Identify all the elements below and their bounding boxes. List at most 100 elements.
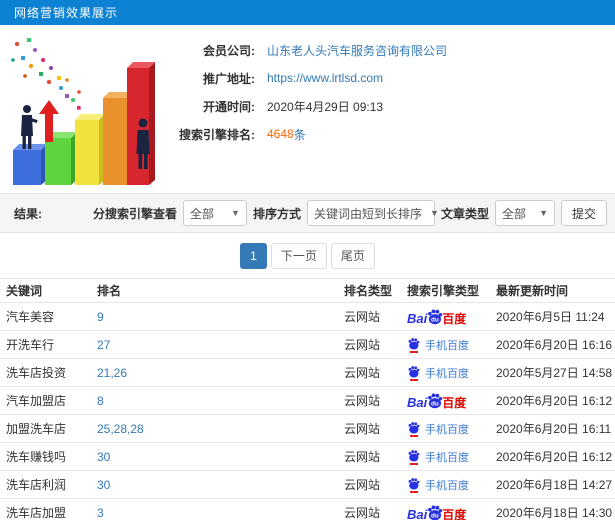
last-page-button[interactable]: 尾页: [330, 242, 375, 269]
open-time-value: 2020年4月29日 09:13: [267, 99, 384, 114]
engine-cell: 手机百度: [403, 330, 492, 359]
updated-cell: 2020年6月20日 16:12: [492, 386, 615, 415]
info-row-rank-count: 搜索引擎排名: 4648 条: [160, 120, 615, 148]
keyword-cell: 开洗车行: [0, 330, 93, 359]
rank-value-link[interactable]: 30: [97, 450, 110, 464]
baidu-paw-icon: du: [428, 392, 443, 408]
engine-filter-label: 分搜索引擎查看: [92, 206, 177, 221]
keyword-cell: 洗车店利润: [0, 470, 93, 499]
engine-cell: Bai du 百度: [403, 386, 492, 415]
rank-count-label: 搜索引擎排名:: [179, 127, 255, 142]
page-number-current[interactable]: 1: [240, 242, 267, 269]
bar-chart-clipart: [0, 25, 160, 193]
mobile-baidu-logo: 手机百度: [407, 449, 469, 465]
sort-value: 关键词由短到长排序: [313, 206, 422, 221]
rank-type-cell: 云网站: [340, 442, 403, 471]
rank-type-cell: 云网站: [340, 498, 403, 520]
rank-type-cell: 云网站: [340, 414, 403, 443]
updated-cell: 2020年6月20日 16:16: [492, 330, 615, 359]
rank-value-link[interactable]: 8: [97, 394, 104, 408]
rank-count-suffix: 条: [293, 127, 306, 142]
col-header-keyword: 关键词: [0, 278, 93, 303]
sort-select[interactable]: 关键词由短到长排序 ▼: [306, 200, 439, 226]
rank-type-cell: 云网站: [340, 470, 403, 499]
chevron-down-icon: ▼: [539, 208, 548, 218]
submit-button[interactable]: 提交: [560, 200, 607, 226]
keyword-cell: 汽车美容: [0, 302, 93, 331]
rank-type-cell: 云网站: [340, 386, 403, 415]
baidu-paw-icon: [408, 365, 420, 377]
table-row: 洗车店利润 30 云网站 手机百度 2020年6月18日 14:27: [0, 470, 615, 499]
rank-value-link[interactable]: 3: [97, 506, 104, 520]
filter-controls: 分搜索引擎查看 全部 ▼ 排序方式 关键词由短到长排序 ▼ 文章类型 全部 ▼ …: [93, 200, 607, 226]
article-type-select[interactable]: 全部 ▼: [494, 200, 555, 226]
pagination: 1 下一页 尾页: [0, 233, 615, 278]
chevron-down-icon: ▼: [231, 208, 240, 218]
company-label: 会员公司:: [203, 43, 255, 58]
engine-cell: Bai du 百度: [403, 498, 492, 520]
table-row: 汽车美容 9 云网站 Bai du 百度 2020年6月5日 11:24: [0, 302, 615, 331]
mobile-baidu-logo: 手机百度: [407, 337, 469, 353]
rank-cell: 21,26: [93, 358, 340, 387]
info-rows: 会员公司: 山东老人头汽车服务咨询有限公司 推广地址: https://www.…: [160, 25, 615, 193]
person-figure-left: [21, 105, 38, 149]
info-row-company: 会员公司: 山东老人头汽车服务咨询有限公司: [160, 36, 615, 64]
svg-text:du: du: [431, 316, 439, 323]
article-type-value: 全部: [501, 206, 526, 221]
results-table-body: 汽车美容 9 云网站 Bai du 百度 2020年6月5日 11:24 开洗车行 27 云网站手…: [0, 302, 615, 520]
updated-cell: 2020年5月27日 14:58: [492, 358, 615, 387]
mobile-baidu-logo: 手机百度: [407, 477, 469, 493]
table-row: 汽车加盟店 8 云网站 Bai du 百度 2020年6月20日 16:12: [0, 386, 615, 415]
col-header-updated: 最新更新时间: [492, 278, 615, 303]
baidu-paw-icon: du: [428, 504, 443, 520]
col-header-engine-type: 搜索引擎类型: [403, 278, 492, 303]
results-table: 关键词 排名 排名类型 搜索引擎类型 最新更新时间 汽车美容 9 云网站 Bai du 百…: [0, 278, 615, 520]
rank-value-link[interactable]: 30: [97, 478, 110, 492]
engine-filter-select[interactable]: 全部 ▼: [182, 200, 247, 226]
company-name-link[interactable]: 山东老人头汽车服务咨询有限公司: [267, 42, 447, 59]
mobile-baidu-logo: 手机百度: [407, 421, 469, 437]
promo-url-link[interactable]: https://www.lrtlsd.com: [267, 71, 383, 85]
keyword-cell: 加盟洗车店: [0, 414, 93, 443]
updated-cell: 2020年6月18日 14:27: [492, 470, 615, 499]
engine-cell: 手机百度: [403, 470, 492, 499]
baidu-paw-icon: [408, 337, 420, 349]
col-header-rank: 排名: [93, 278, 340, 303]
page-title-bar: 网络营销效果展示: [0, 0, 615, 25]
rank-value-link[interactable]: 21,26: [97, 366, 127, 380]
chevron-down-icon: ▼: [429, 208, 439, 218]
updated-cell: 2020年6月18日 14:30: [492, 498, 615, 520]
rank-cell: 9: [93, 302, 340, 331]
table-row: 洗车店加盟 3 云网站 Bai du 百度 2020年6月18日 14:30: [0, 498, 615, 520]
growth-chart-illustration: [11, 38, 155, 185]
rank-value-link[interactable]: 25,28,28: [97, 422, 144, 436]
rank-type-cell: 云网站: [340, 302, 403, 331]
info-row-open-time: 开通时间: 2020年4月29日 09:13: [160, 92, 615, 120]
page-title: 网络营销效果展示: [14, 6, 119, 20]
engine-cell: Bai du 百度: [403, 302, 492, 331]
rank-cell: 3: [93, 498, 340, 520]
rank-type-cell: 云网站: [340, 358, 403, 387]
baidu-logo: Bai du 百度: [407, 308, 466, 325]
updated-cell: 2020年6月20日 16:11: [492, 414, 615, 443]
engine-cell: 手机百度: [403, 414, 492, 443]
rank-count-value: 4648: [267, 127, 294, 141]
next-page-button[interactable]: 下一页: [270, 242, 327, 269]
result-label: 结果:: [14, 206, 42, 221]
rank-cell: 27: [93, 330, 340, 359]
rank-cell: 8: [93, 386, 340, 415]
table-row: 洗车店投资 21,26 云网站 手机百度 2020年5月27日 14:58: [0, 358, 615, 387]
baidu-paw-icon: du: [428, 308, 443, 324]
promo-url-label: 推广地址:: [203, 71, 255, 86]
keyword-cell: 洗车赚钱吗: [0, 442, 93, 471]
col-header-rank-type: 排名类型: [340, 278, 403, 303]
svg-text:du: du: [431, 512, 439, 519]
rank-value-link[interactable]: 27: [97, 338, 110, 352]
keyword-cell: 洗车店加盟: [0, 498, 93, 520]
table-row: 开洗车行 27 云网站 手机百度 2020年6月20日 16:16: [0, 330, 615, 359]
updated-cell: 2020年6月5日 11:24: [492, 302, 615, 331]
rank-value-link[interactable]: 9: [97, 310, 104, 324]
filter-bar: 结果: 分搜索引擎查看 全部 ▼ 排序方式 关键词由短到长排序 ▼ 文章类型 全…: [0, 193, 615, 233]
keyword-cell: 洗车店投资: [0, 358, 93, 387]
updated-cell: 2020年6月20日 16:12: [492, 442, 615, 471]
